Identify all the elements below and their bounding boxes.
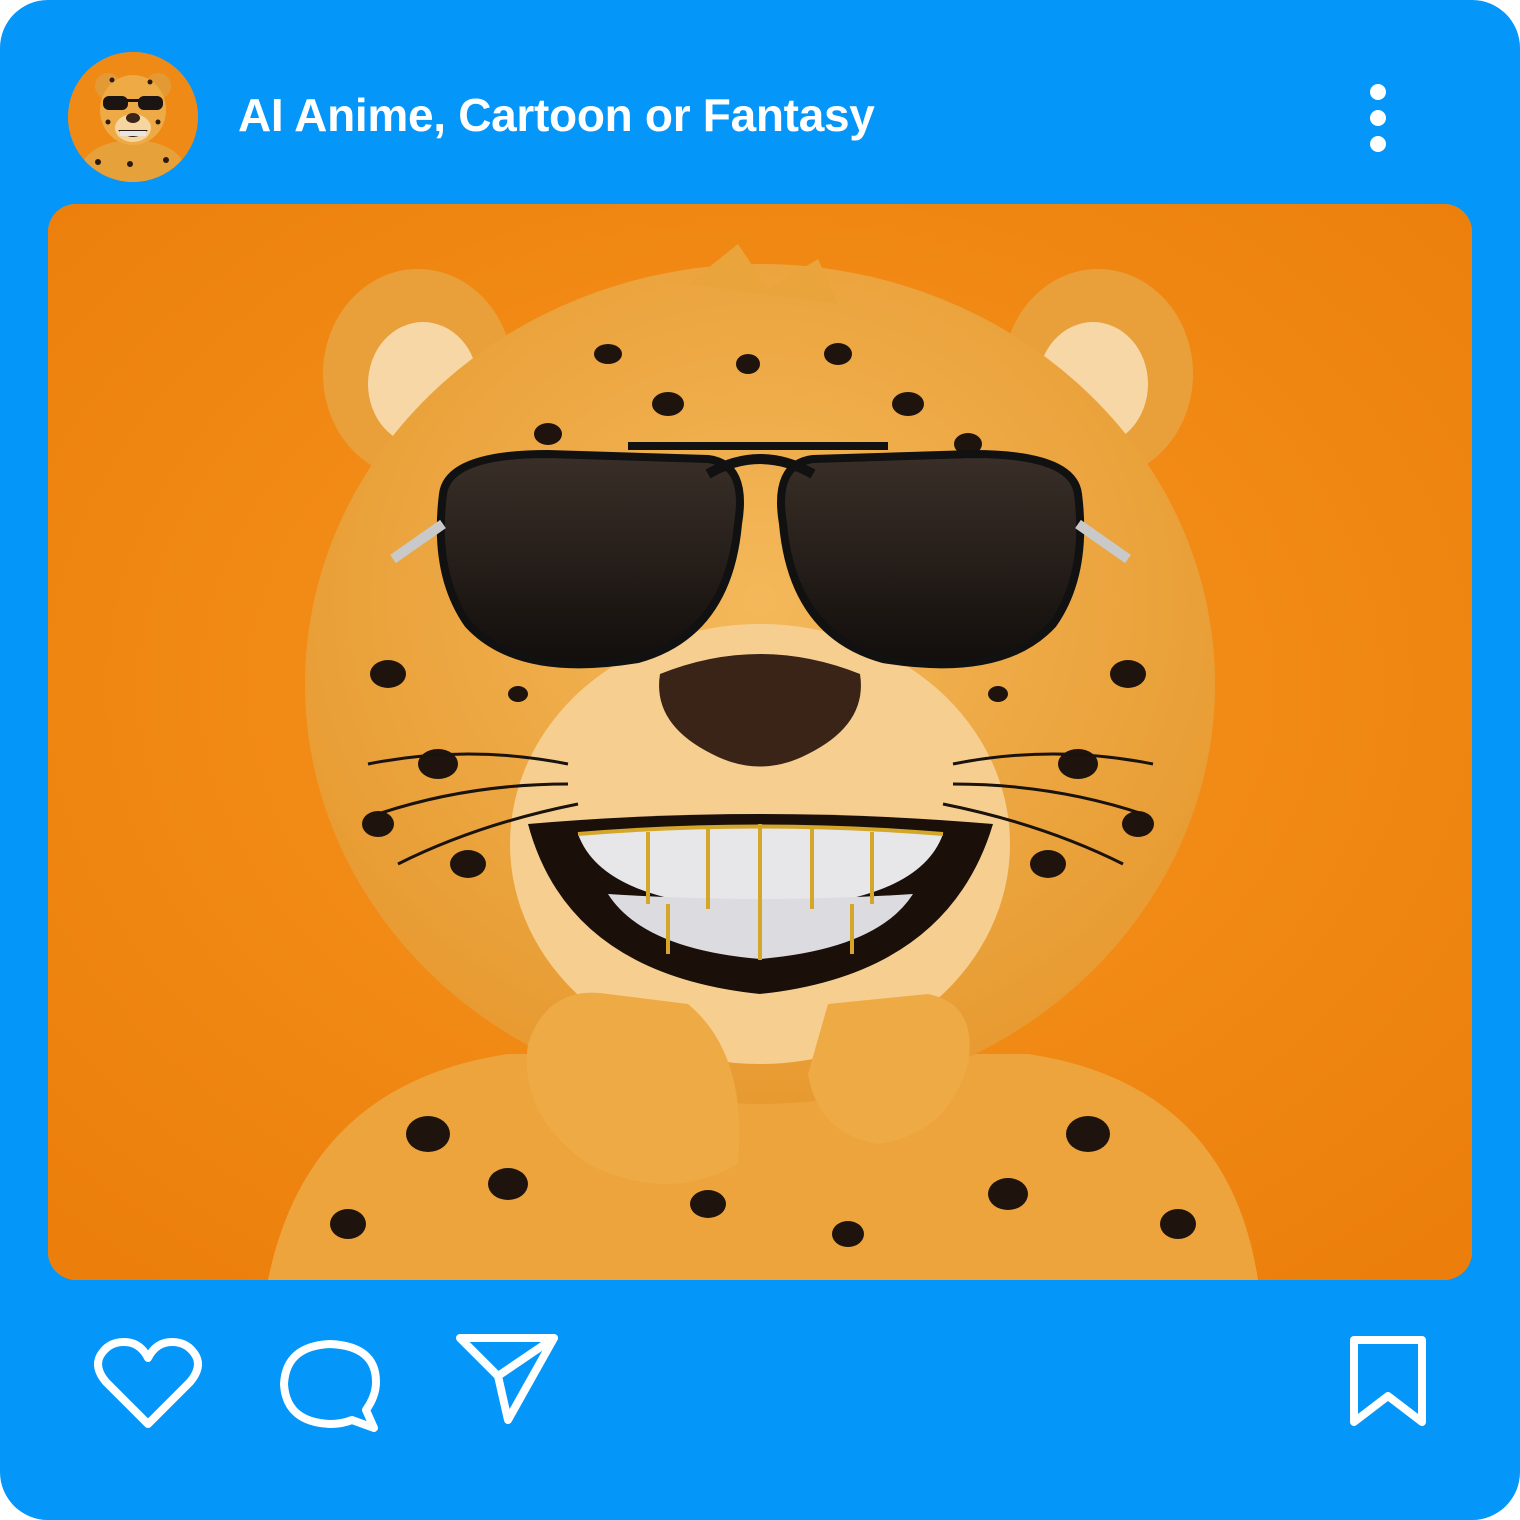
avatar[interactable] — [68, 52, 198, 182]
post-image[interactable] — [48, 204, 1472, 1280]
comment-icon — [280, 1340, 380, 1432]
like-button[interactable] — [92, 1336, 204, 1432]
more-vertical-icon-dot — [1370, 136, 1386, 152]
save-button[interactable] — [1346, 1334, 1430, 1430]
bookmark-icon — [1350, 1336, 1426, 1426]
more-vertical-icon-dot — [1370, 110, 1386, 126]
avatar-cheetah-icon — [68, 52, 198, 182]
comment-button[interactable] — [278, 1336, 382, 1436]
send-icon — [456, 1334, 558, 1424]
more-vertical-icon — [1370, 84, 1386, 100]
more-options-button[interactable] — [1350, 78, 1406, 158]
account-name[interactable]: AI Anime, Cartoon or Fantasy — [238, 88, 875, 142]
share-button[interactable] — [454, 1330, 562, 1430]
heart-icon — [94, 1338, 202, 1428]
cheetah-illustration — [48, 204, 1472, 1280]
post-card: AI Anime, Cartoon or Fantasy — [0, 0, 1520, 1520]
